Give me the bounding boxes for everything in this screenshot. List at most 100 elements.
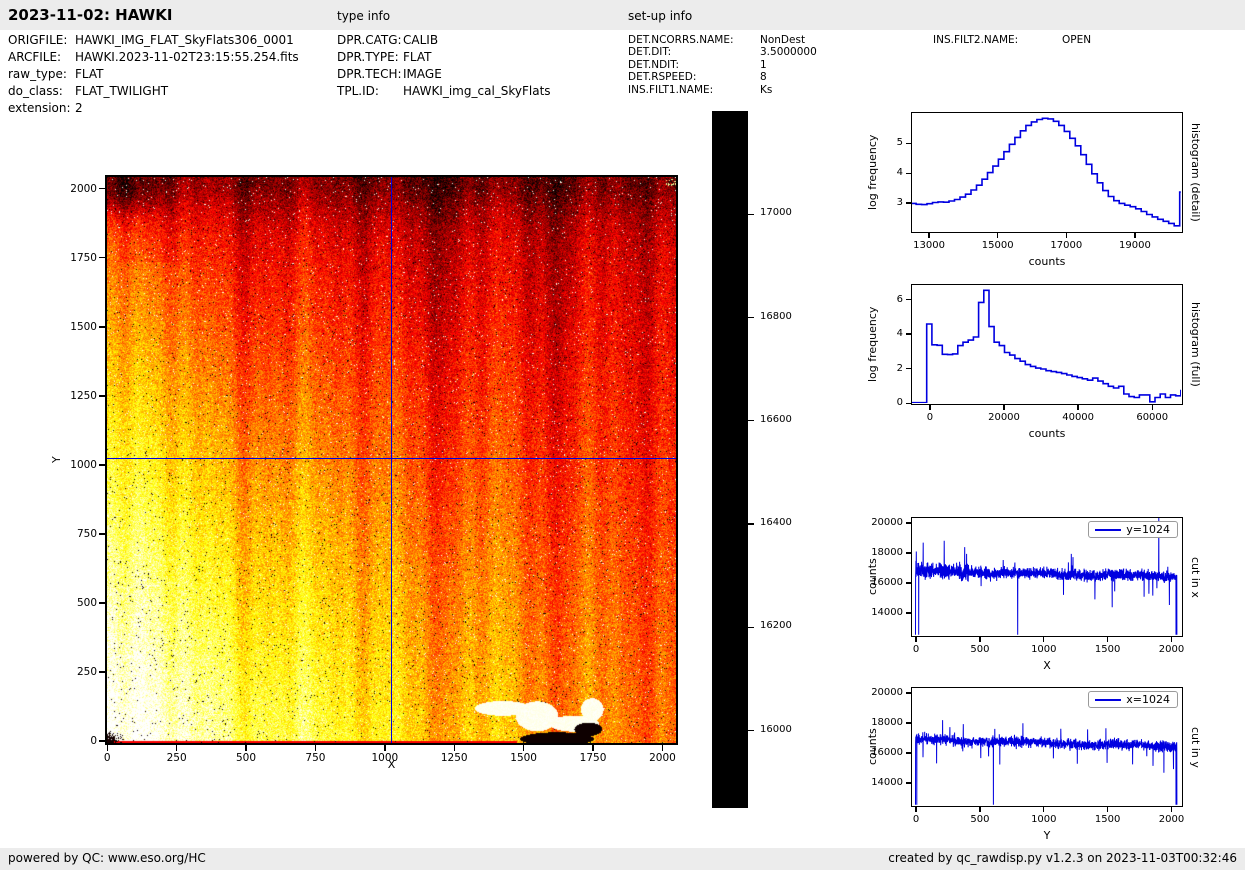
y-tick-label: 14000 <box>871 607 903 618</box>
colorbar-tick <box>748 729 754 732</box>
x-tick <box>1170 807 1173 812</box>
crosshair-vertical-line <box>390 177 393 743</box>
x-tick-label: 20000 <box>988 412 1020 423</box>
x-tick <box>661 745 664 751</box>
info-value: FLAT_TWILIGHT <box>75 84 169 98</box>
y-tick <box>906 172 911 174</box>
y-tick-label: 6 <box>896 293 903 305</box>
y-tick <box>99 602 105 604</box>
info-label: TPL.ID: <box>337 84 379 98</box>
cut-y-ylabel: counts <box>866 728 879 766</box>
info-value: CALIB <box>403 33 439 47</box>
info-value: FLAT <box>403 50 432 64</box>
x-tick <box>106 745 108 751</box>
hist-full-side-label: histogram (full) <box>1189 302 1202 387</box>
x-tick <box>1106 807 1109 812</box>
main-yaxis-label: Y <box>50 456 63 464</box>
histogram-full-plot: 0 20000 40000 60000 0 2 4 6 counts <box>897 284 1183 440</box>
x-tick-label: 2000 <box>1158 644 1185 655</box>
x-tick <box>915 637 917 642</box>
y-tick <box>906 142 911 145</box>
x-tick <box>1151 405 1153 410</box>
cut-x-side-label: cut in x <box>1189 556 1202 598</box>
x-tick <box>979 637 981 642</box>
info-label: DET.NCORRS.NAME: <box>628 34 734 46</box>
x-tick <box>1003 405 1005 410</box>
y-tick <box>906 333 911 335</box>
x-tick <box>384 745 386 751</box>
main-xaxis-label: X <box>387 758 396 771</box>
cut-y-side-label: cut in y <box>1189 726 1202 768</box>
x-tick-label: 500 <box>970 814 990 825</box>
y-tick-label: 16000 <box>871 747 903 758</box>
info-value: 3.5000000 <box>760 46 817 59</box>
footer-created-by: created by qc_rawdisp.py v1.2.3 on 2023-… <box>888 851 1237 865</box>
page-title: 2023-11-02: HAWKI <box>8 6 173 24</box>
x-tick-label: 15000 <box>981 240 1014 251</box>
y-tick <box>99 257 105 259</box>
colorbar-tick <box>748 316 754 319</box>
y-tick <box>99 740 105 742</box>
raw-image-plot: 0 250 500 750 1000 1250 1500 1750 2000 0 250 500 750… <box>70 175 678 764</box>
x-tick-label: 1000 <box>1031 814 1057 825</box>
info-label: INS.FILT1.NAME: <box>628 83 714 96</box>
y-tick <box>906 722 911 724</box>
hist-detail-side-label: histogram (detail) <box>1189 123 1202 222</box>
cut_y-legend: x=1024 <box>1088 691 1178 708</box>
info-label: DPR.CATG: <box>337 33 402 47</box>
info-value: 8 <box>760 71 767 84</box>
info-value: NonDest <box>760 34 806 46</box>
y-tick-label: 16000 <box>871 577 903 588</box>
y-tick <box>906 692 911 694</box>
hist-detail-ylabel: log frequency <box>866 134 879 211</box>
x-tick <box>928 233 930 238</box>
y-tick-label: 20000 <box>871 687 903 698</box>
cut_x-xaxis-label: X <box>1043 659 1051 672</box>
y-tick <box>99 671 105 673</box>
colorbar-tick-label: 16600 <box>760 413 792 425</box>
hist_detail-plot-area <box>911 112 1183 233</box>
x-tick <box>929 405 931 410</box>
section-title-type-info: type info <box>337 9 391 23</box>
qc-report-page: 2023-11-02: HAWKI type info set-up info … <box>0 0 1245 870</box>
x-tick <box>1043 807 1045 812</box>
info-label: DPR.TYPE: <box>337 50 399 64</box>
x-tick-label: 19000 <box>1119 240 1151 251</box>
x-tick <box>996 233 999 238</box>
info-label: raw_type: <box>8 67 67 81</box>
x-tick-label: 0 <box>912 814 920 825</box>
legend-label: y=1024 <box>1126 523 1170 536</box>
info-label: do_class: <box>8 84 63 98</box>
x-tick <box>1134 233 1136 238</box>
x-tick-label: 1000 <box>1031 644 1057 655</box>
x-tick-label: 1500 <box>1094 644 1121 655</box>
y-tick <box>906 782 911 784</box>
hist_detail-xaxis-label: counts <box>1028 255 1066 268</box>
x-tick <box>1077 405 1079 410</box>
y-tick-label: 4 <box>896 328 903 340</box>
x-tick <box>979 807 981 812</box>
y-tick <box>99 533 105 535</box>
colorbar-tick-label: 16400 <box>760 517 792 529</box>
info-label: ARCFILE: <box>8 50 62 64</box>
y-tick <box>906 298 911 301</box>
y-tick <box>99 326 105 328</box>
info-label: DPR.TECH: <box>337 67 402 81</box>
hist_full-xaxis-label: counts <box>1028 427 1066 440</box>
x-tick <box>522 745 525 751</box>
y-tick-label: 20000 <box>871 517 903 528</box>
colorbar-tick <box>748 213 754 215</box>
colorbar-tick <box>748 626 754 628</box>
cut-x-ylabel: counts <box>866 558 879 596</box>
colorbar <box>712 111 748 808</box>
y-tick-label: 3 <box>896 197 903 209</box>
colorbar-tick-label: 16200 <box>760 620 792 632</box>
y-tick-label: 5 <box>896 137 903 149</box>
legend-line-sample <box>1095 698 1122 701</box>
x-tick-label: 1500 <box>1094 814 1121 825</box>
x-tick <box>915 807 917 812</box>
x-tick <box>245 745 247 751</box>
x-tick-label: 60000 <box>1136 412 1169 423</box>
y-tick-label: 18000 <box>871 717 903 728</box>
hist_detail-series <box>912 117 1181 227</box>
